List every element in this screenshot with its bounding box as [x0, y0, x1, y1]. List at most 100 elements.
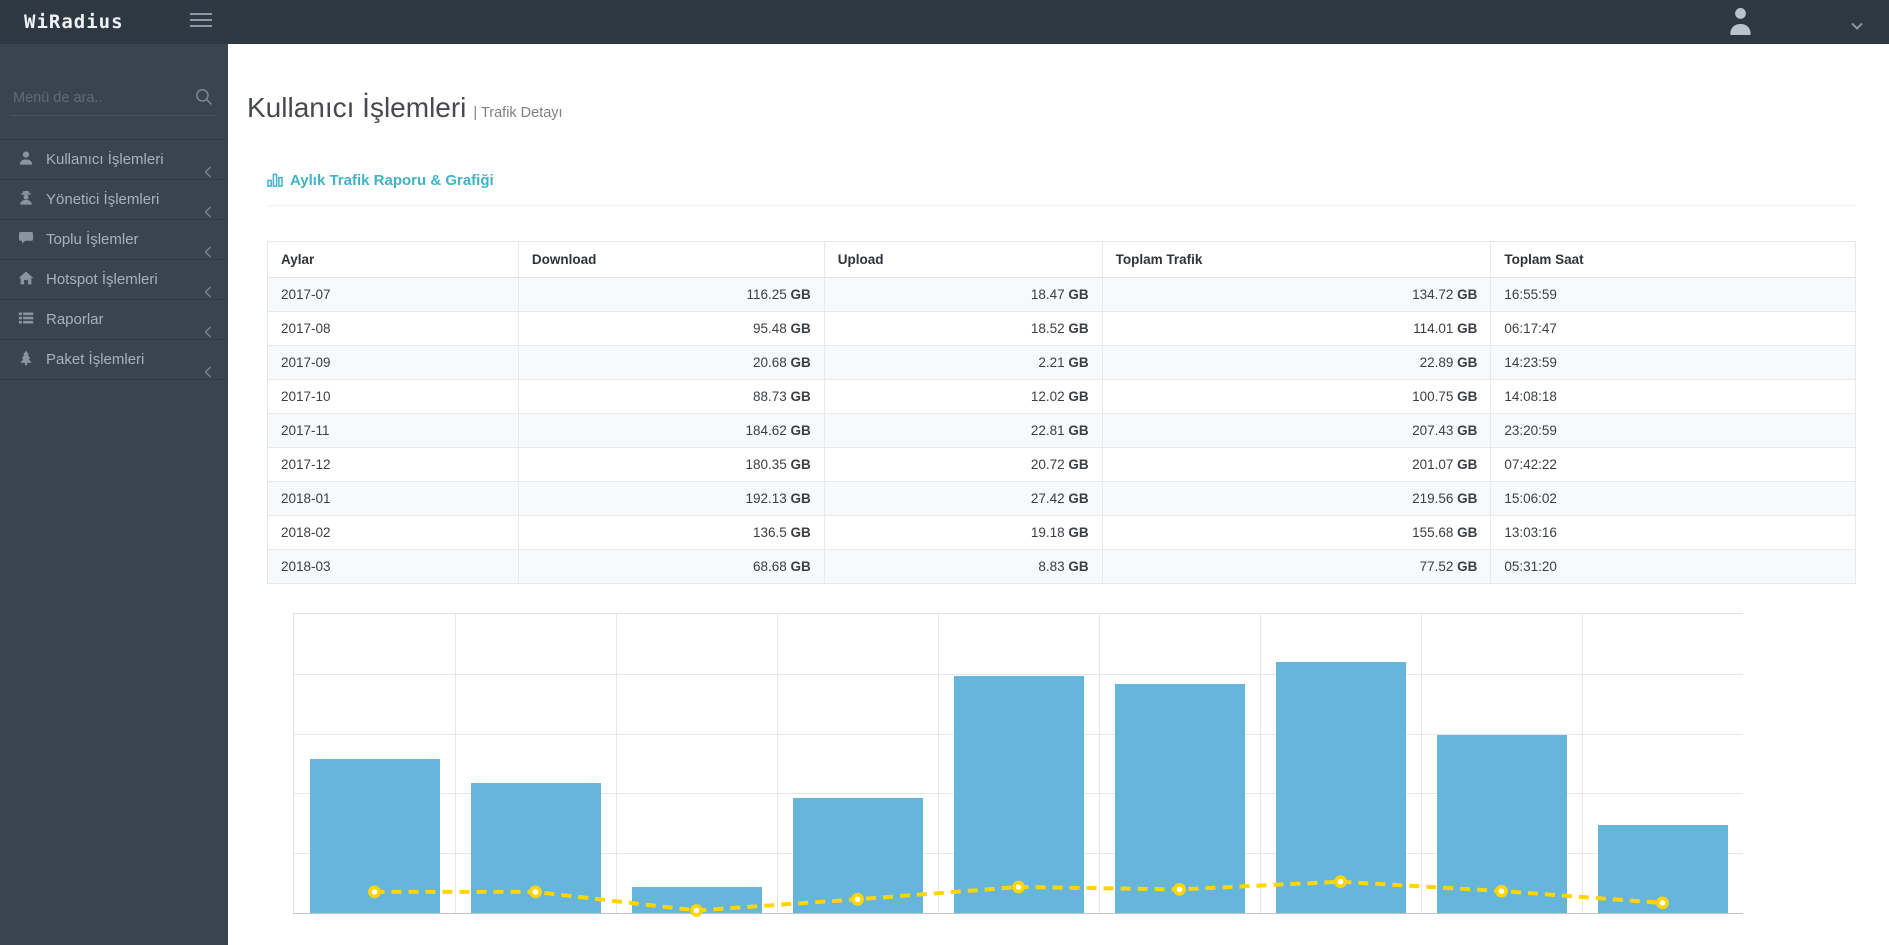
table-cell-toplam_trafik: 219.56 GB [1102, 482, 1491, 516]
upload-point [370, 887, 379, 896]
table-cell-download: 180.35 GB [518, 448, 824, 482]
table-cell-aylar: 2017-12 [268, 448, 519, 482]
table-cell-download: 184.62 GB [518, 414, 824, 448]
table-cell-toplam_trafik: 114.01 GB [1102, 312, 1491, 346]
table-row: 2017-11184.62 GB22.81 GB207.43 GB23:20:5… [268, 414, 1856, 448]
search-input[interactable] [11, 84, 217, 116]
page-header: Kullanıcı İşlemleri | Trafik Detayı [247, 92, 563, 124]
table-row: 2017-12180.35 GB20.72 GB201.07 GB07:42:2… [268, 448, 1856, 482]
menu-toggle-button[interactable] [190, 13, 212, 29]
table-cell-aylar: 2017-07 [268, 278, 519, 312]
sidebar-item-admin[interactable]: Yönetici İşlemleri [0, 179, 228, 219]
table-cell-aylar: 2018-01 [268, 482, 519, 516]
divider [267, 205, 1856, 206]
traffic-chart[interactable] [293, 613, 1743, 914]
unit-label: GB [1068, 491, 1088, 506]
unit-label: GB [1457, 559, 1477, 574]
page-title: Kullanıcı İşlemleri [247, 92, 466, 123]
main-content: Kullanıcı İşlemleri | Trafik Detayı Aylık… [228, 44, 1889, 945]
table-cell-upload: 19.18 GB [824, 516, 1102, 550]
unit-label: GB [1068, 321, 1088, 336]
table-row: 2017-1088.73 GB12.02 GB100.75 GB14:08:18 [268, 380, 1856, 414]
sidebar-item-comments[interactable]: Toplu İşlemler [0, 219, 228, 259]
upload-point [1497, 887, 1506, 896]
sidebar-item-label: Paket İşlemleri [46, 351, 144, 368]
chevron-down-icon[interactable] [1851, 17, 1865, 27]
table-cell-toplam_saat: 13:03:16 [1491, 516, 1856, 550]
report-link-label: Aylık Trafik Raporu & Grafiği [290, 172, 494, 189]
topbar: WiRadius [0, 0, 1889, 44]
column-header-aylar: Aylar [268, 242, 519, 278]
upload-line-overlay [294, 614, 1743, 913]
table-cell-toplam_trafik: 207.43 GB [1102, 414, 1491, 448]
table-cell-download: 192.13 GB [518, 482, 824, 516]
page-subtitle: | Trafik Detayı [473, 105, 562, 121]
unit-label: GB [790, 389, 810, 404]
menu-icon [190, 13, 212, 15]
unit-label: GB [1068, 559, 1088, 574]
sidebar-item-home[interactable]: Hotspot İşlemleri [0, 259, 228, 299]
unit-label: GB [1457, 389, 1477, 404]
sidebar-menu: Kullanıcı İşlemleri Yönetici İşlemleri Top… [0, 139, 228, 380]
sidebar-item-label: Hotspot İşlemleri [46, 271, 158, 288]
table-cell-download: 95.48 GB [518, 312, 824, 346]
unit-label: GB [790, 491, 810, 506]
table-cell-toplam_saat: 06:17:47 [1491, 312, 1856, 346]
sidebar-search [11, 84, 217, 116]
table-cell-upload: 18.47 GB [824, 278, 1102, 312]
table-cell-toplam_trafik: 77.52 GB [1102, 550, 1491, 584]
upload-point [853, 895, 862, 904]
sidebar-item-list[interactable]: Raporlar [0, 299, 228, 339]
sidebar-item-label: Toplu İşlemler [46, 231, 139, 248]
table-cell-toplam_saat: 23:20:59 [1491, 414, 1856, 448]
bar-chart-icon [267, 172, 283, 191]
sidebar-item-label: Raporlar [46, 311, 104, 328]
table-cell-toplam_saat: 14:23:59 [1491, 346, 1856, 380]
unit-label: GB [1457, 355, 1477, 370]
monthly-traffic-report-link[interactable]: Aylık Trafik Raporu & Grafiği [267, 172, 494, 191]
user-menu-button[interactable] [1728, 7, 1754, 37]
table-cell-toplam_trafik: 201.07 GB [1102, 448, 1491, 482]
unit-label: GB [1457, 457, 1477, 472]
brand-logo[interactable]: WiRadius [24, 0, 124, 44]
table-cell-aylar: 2017-10 [268, 380, 519, 414]
table-cell-download: 68.68 GB [518, 550, 824, 584]
table-row: 2018-0368.68 GB8.83 GB77.52 GB05:31:20 [268, 550, 1856, 584]
tree-icon [18, 342, 35, 381]
table-cell-toplam_trafik: 134.72 GB [1102, 278, 1491, 312]
table-cell-toplam_saat: 14:08:18 [1491, 380, 1856, 414]
sidebar-item-label: Kullanıcı İşlemleri [46, 151, 164, 168]
column-header-download: Download [518, 242, 824, 278]
admin-icon [18, 182, 35, 221]
comments-icon [18, 222, 35, 261]
upload-point [1336, 877, 1345, 886]
table-row: 2017-0920.68 GB2.21 GB22.89 GB14:23:59 [268, 346, 1856, 380]
unit-label: GB [1068, 287, 1088, 302]
chevron-left-icon [204, 234, 212, 246]
sidebar-item-tree[interactable]: Paket İşlemleri [0, 339, 228, 380]
unit-label: GB [1457, 321, 1477, 336]
unit-label: GB [790, 321, 810, 336]
unit-label: GB [1457, 287, 1477, 302]
table-cell-upload: 2.21 GB [824, 346, 1102, 380]
unit-label: GB [1068, 355, 1088, 370]
table-cell-download: 116.25 GB [518, 278, 824, 312]
sidebar-item-user[interactable]: Kullanıcı İşlemleri [0, 139, 228, 179]
chevron-left-icon [204, 274, 212, 286]
upload-point [1014, 882, 1023, 891]
unit-label: GB [790, 457, 810, 472]
sidebar: Kullanıcı İşlemleri Yönetici İşlemleri Top… [0, 44, 228, 945]
home-icon [18, 262, 35, 301]
unit-label: GB [1068, 525, 1088, 540]
menu-icon [190, 19, 212, 21]
search-icon[interactable] [195, 88, 213, 106]
table-cell-upload: 27.42 GB [824, 482, 1102, 516]
unit-label: GB [790, 525, 810, 540]
table-row: 2017-0895.48 GB18.52 GB114.01 GB06:17:47 [268, 312, 1856, 346]
chevron-left-icon [204, 314, 212, 326]
table-header-row: AylarDownloadUploadToplam TrafikToplam S… [268, 242, 1856, 278]
unit-label: GB [790, 287, 810, 302]
table-cell-aylar: 2017-09 [268, 346, 519, 380]
unit-label: GB [790, 355, 810, 370]
table-cell-toplam_trafik: 155.68 GB [1102, 516, 1491, 550]
